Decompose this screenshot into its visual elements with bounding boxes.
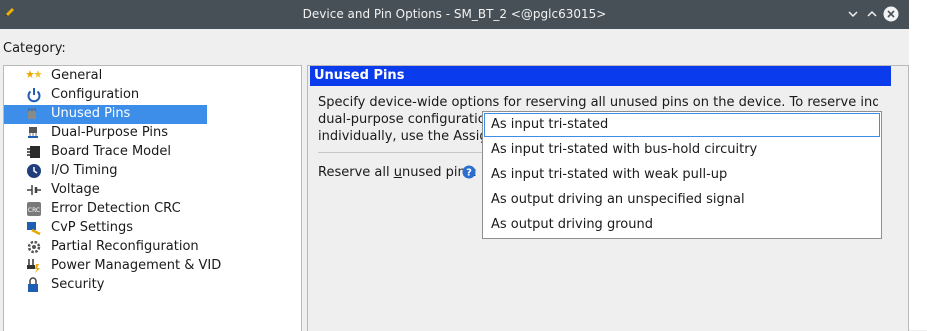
svg-text:CRC: CRC (28, 207, 40, 214)
category-label: Category: (3, 41, 66, 56)
tree-item-power-management-vid[interactable]: Power Management & VID (4, 257, 221, 276)
dropdown-option[interactable]: As output driving an unspecified signal (484, 188, 880, 212)
dropdown-option[interactable]: As input tri-stated with weak pull-up (484, 163, 880, 187)
board-trace-icon (27, 146, 40, 158)
dropdown-option[interactable]: As output driving ground (484, 213, 880, 237)
tree-item-label: Board Trace Model (51, 144, 171, 159)
tree-item-voltage[interactable]: Voltage (4, 181, 207, 200)
tree-item-cvp-settings[interactable]: CvP Settings (4, 219, 207, 238)
dual-pin-icon (28, 127, 38, 138)
tree-item-general[interactable]: General (4, 67, 207, 86)
power-plug-icon (27, 259, 40, 273)
cvp-icon (27, 222, 41, 236)
close-icon[interactable] (883, 6, 899, 22)
window-edge (909, 0, 927, 330)
tree-item-security[interactable]: Security (4, 276, 207, 295)
dropdown-option[interactable]: As input tri-stated (484, 113, 880, 137)
panel-title: Unused Pins (314, 68, 405, 83)
tree-item-label: Error Detection CRC (51, 201, 181, 216)
tree-item-io-timing[interactable]: I/O Timing (4, 162, 207, 181)
tree-item-configuration[interactable]: Configuration (4, 86, 207, 105)
dropdown-option-label: As output driving ground (491, 217, 653, 232)
tree-item-label: Security (51, 277, 105, 292)
voltage-icon (27, 185, 41, 195)
category-tree[interactable]: General Configuration Unused Pins Dual-P… (3, 65, 302, 331)
dropdown-option-label: As output driving an unspecified signal (491, 192, 745, 207)
tree-item-label: Power Management & VID (51, 258, 222, 273)
clock-icon (27, 164, 41, 178)
tree-item-label: I/O Timing (51, 163, 118, 178)
reserve-unused-pins-label: Reserve all unused pins: (318, 165, 477, 180)
panel-header: Unused Pins (310, 66, 891, 86)
tree-item-label: Unused Pins (51, 106, 131, 121)
separator (318, 152, 482, 153)
tree-item-label: Dual-Purpose Pins (51, 125, 168, 140)
tree-item-label: General (51, 68, 103, 83)
tree-item-unused-pins[interactable]: Unused Pins (4, 105, 207, 124)
tree-item-label: Configuration (51, 87, 140, 102)
reserve-unused-pins-dropdown[interactable]: As input tri-stated As input tri-stated … (482, 111, 882, 239)
tree-item-label: CvP Settings (51, 220, 134, 235)
power-icon (27, 88, 41, 103)
tree-item-partial-reconfiguration[interactable]: Partial Reconfiguration (4, 238, 207, 257)
description-line-1: Specify device-wide options for reservin… (318, 95, 878, 110)
lock-icon (28, 277, 38, 292)
help-icon[interactable]: ? (462, 165, 476, 179)
window-title: Device and Pin Options - SM_BT_2 <@pglc6… (302, 7, 607, 21)
tree-item-label: Partial Reconfiguration (51, 239, 199, 254)
dropdown-option-label: As input tri-stated (491, 117, 609, 132)
tree-item-label: Voltage (51, 182, 100, 197)
reserve-label-mnemonic: u (393, 165, 402, 180)
tree-item-error-detection-crc[interactable]: CRC Error Detection CRC (4, 200, 207, 219)
dropdown-option-label: As input tri-stated with bus-hold circui… (491, 142, 758, 157)
pin-icon (28, 108, 36, 119)
title-bar: Device and Pin Options - SM_BT_2 <@pglc6… (0, 0, 909, 29)
dropdown-option-label: As input tri-stated with weak pull-up (491, 167, 728, 182)
maximize-icon[interactable] (864, 6, 880, 22)
tree-item-dual-purpose-pins[interactable]: Dual-Purpose Pins (4, 124, 207, 143)
dropdown-option[interactable]: As input tri-stated with bus-hold circui… (484, 138, 880, 162)
tree-item-board-trace-model[interactable]: Board Trace Model (4, 143, 207, 162)
stars-icon (26, 70, 42, 78)
gear-icon (27, 240, 41, 254)
minimize-icon[interactable] (845, 6, 861, 22)
crc-icon: CRC (27, 202, 41, 216)
reserve-label-part: Reserve all (318, 165, 394, 180)
svg-text:?: ? (466, 168, 472, 179)
